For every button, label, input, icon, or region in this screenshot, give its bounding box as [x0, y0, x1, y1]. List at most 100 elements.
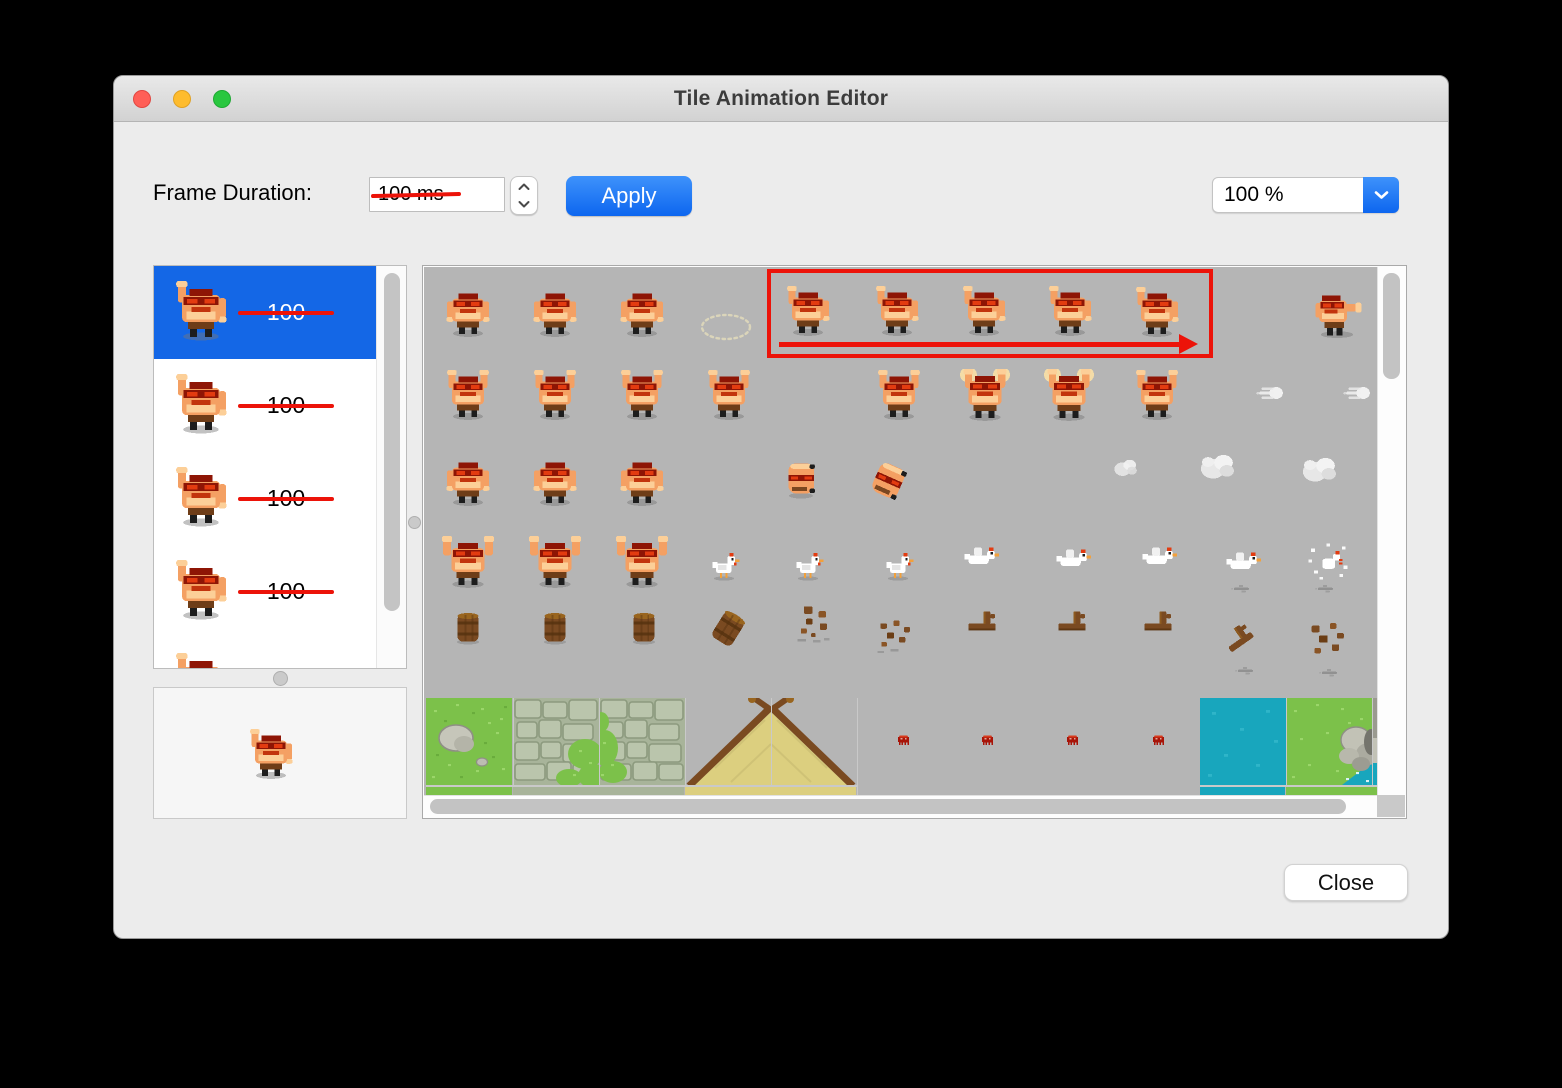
- chevron-up-icon: [518, 183, 530, 191]
- frame-list-item[interactable]: 100: [154, 266, 378, 359]
- tile-sprite-guy-front[interactable]: [616, 287, 668, 339]
- frame-list-item[interactable]: 100: [154, 545, 378, 638]
- frame-list-scrollbar-thumb[interactable]: [384, 273, 400, 611]
- tile-sprite-guy-glow[interactable]: [1042, 369, 1096, 423]
- scrollbar-corner: [1377, 795, 1405, 817]
- tile-sprite-guy-punch[interactable]: [1308, 286, 1362, 340]
- tile-sprite-chicken[interactable]: [704, 544, 744, 584]
- tile-sprite-dust[interactable]: [1228, 575, 1256, 603]
- screenshot-stage: Tile Animation Editor Frame Duration: Ap…: [0, 0, 1562, 1088]
- frame-duration-label: Frame Duration:: [153, 180, 312, 205]
- tileset-gridline: [598, 698, 600, 797]
- tile-sprite-crab[interactable]: [1060, 727, 1085, 752]
- stepper-down-button[interactable]: [511, 195, 537, 214]
- tile-sprite-dash-white[interactable]: [1254, 376, 1288, 410]
- tile-sprite-chicken-fly[interactable]: [1136, 536, 1180, 580]
- tile-sprite-wood-piece[interactable]: [1051, 602, 1093, 644]
- tile-tent-left[interactable]: [685, 698, 771, 785]
- tile-sprite-guy-v[interactable]: [441, 536, 495, 590]
- annotation-strike-duration: [238, 590, 334, 594]
- tileset-view: [422, 265, 1407, 819]
- tileset-canvas[interactable]: [424, 267, 1378, 797]
- close-button[interactable]: Close: [1284, 864, 1408, 901]
- tile-sprite-guy-v[interactable]: [615, 536, 669, 590]
- tile-sprite-smoke[interactable]: [1298, 448, 1342, 492]
- tile-sprite-guy-arms-up[interactable]: [616, 370, 668, 422]
- tile-sprite-debris-a[interactable]: [791, 602, 837, 648]
- tile-sprite-dust[interactable]: [1232, 657, 1260, 685]
- vertical-splitter-handle[interactable]: [408, 516, 421, 529]
- tile-sprite-chicken[interactable]: [878, 544, 918, 584]
- tile-tent-right[interactable]: [770, 698, 857, 785]
- tile-sprite-dust[interactable]: [1312, 575, 1340, 603]
- tileset-gridline: [1285, 698, 1287, 797]
- zoom-dropdown-cap[interactable]: [1363, 177, 1399, 213]
- titlebar: Tile Animation Editor: [114, 76, 1448, 122]
- frame-sprite-thumbnail: [170, 560, 232, 622]
- tile-stone-grass-a[interactable]: [512, 698, 599, 785]
- tileset-horizontal-scrollbar-thumb[interactable]: [430, 799, 1346, 814]
- tile-sprite-debris-b[interactable]: [872, 615, 916, 659]
- frame-list-item[interactable]: 100: [154, 638, 378, 668]
- tile-sprite-guy-roll-tilt[interactable]: [863, 456, 913, 506]
- tile-sprite-wood-piece[interactable]: [961, 602, 1003, 644]
- zoom-level-value: 100 %: [1224, 183, 1284, 206]
- tile-sprite-wood-piece[interactable]: [1137, 602, 1179, 644]
- tile-sprite-chicken-fly[interactable]: [1050, 538, 1094, 582]
- tile-sprite-barrel-tilt[interactable]: [706, 607, 750, 651]
- tile-sprite-dust[interactable]: [1316, 659, 1344, 687]
- tile-sprite-barrel[interactable]: [535, 608, 575, 648]
- tile-sprite-guy-roll[interactable]: [777, 455, 825, 503]
- tile-sprite-crab[interactable]: [1146, 727, 1171, 752]
- tile-sprite-guy-front[interactable]: [529, 287, 581, 339]
- tile-sprite-guy-glow[interactable]: [958, 369, 1012, 423]
- frame-duration-stepper: [510, 176, 538, 215]
- apply-button[interactable]: Apply: [566, 176, 692, 216]
- tile-sprite-barrel[interactable]: [624, 608, 664, 648]
- horizontal-splitter-handle[interactable]: [273, 671, 288, 686]
- tile-water[interactable]: [1199, 698, 1286, 785]
- tile-sprite-guy-front[interactable]: [442, 287, 494, 339]
- tile-stone-grass-b[interactable]: [598, 698, 685, 785]
- tile-grass[interactable]: [426, 698, 512, 785]
- tile-sprite-crab[interactable]: [891, 727, 916, 752]
- frame-sprite-thumbnail: [170, 281, 232, 343]
- tile-sprite-guy-arms-up[interactable]: [703, 370, 755, 422]
- tile-sprite-guy-arms-up[interactable]: [873, 370, 925, 422]
- tile-sprite-crab[interactable]: [975, 727, 1000, 752]
- tileset-horizontal-scrollbar[interactable]: [424, 795, 1378, 817]
- tile-sprite-guy-arms-up[interactable]: [529, 370, 581, 422]
- tile-sprite-guy-front[interactable]: [529, 456, 581, 508]
- tile-sprite-smoke-sm[interactable]: [1111, 453, 1141, 483]
- frame-list-item[interactable]: 100: [154, 452, 378, 545]
- zoom-level-combobox[interactable]: 100 %: [1212, 177, 1399, 213]
- frame-list-items: 100100100100100: [154, 266, 406, 668]
- window-title: Tile Animation Editor: [673, 87, 889, 110]
- frame-sprite-thumbnail: [170, 653, 232, 668]
- frame-list-scrollbar[interactable]: [376, 266, 406, 668]
- tile-sprite-barrel[interactable]: [448, 608, 488, 648]
- tileset-gridline: [770, 698, 772, 797]
- tileset-vertical-scrollbar[interactable]: [1377, 267, 1405, 797]
- tile-grass-rock[interactable]: [1285, 698, 1372, 785]
- tile-sprite-smoke[interactable]: [1196, 445, 1240, 489]
- tile-sprite-guy-arms-up[interactable]: [1131, 370, 1183, 422]
- tile-sprite-chicken[interactable]: [788, 544, 828, 584]
- annotation-strike-duration: [238, 404, 334, 408]
- tile-sprite-guy-front[interactable]: [442, 456, 494, 508]
- frame-sprite-thumbnail: [170, 374, 232, 436]
- frame-sprite-thumbnail: [170, 467, 232, 529]
- tile-sprite-guy-front[interactable]: [616, 456, 668, 508]
- tile-sprite-chicken-fly[interactable]: [958, 536, 1002, 580]
- tile-sprite-guy-v[interactable]: [528, 536, 582, 590]
- tile-sprite-dotted-ellipse[interactable]: [698, 310, 754, 344]
- annotation-strike-duration: [238, 497, 334, 501]
- tile-sprite-guy-arms-up[interactable]: [442, 370, 494, 422]
- frame-list-item[interactable]: 100: [154, 359, 378, 452]
- tileset-vertical-scrollbar-thumb[interactable]: [1383, 273, 1400, 379]
- frame-duration-value: 100: [246, 638, 326, 668]
- tile-sprite-wood-break[interactable]: [1303, 618, 1349, 664]
- tile-sprite-wood-fly[interactable]: [1218, 618, 1260, 660]
- tile-sprite-dash-white[interactable]: [1341, 376, 1375, 410]
- annotation-strike-duration: [238, 311, 334, 315]
